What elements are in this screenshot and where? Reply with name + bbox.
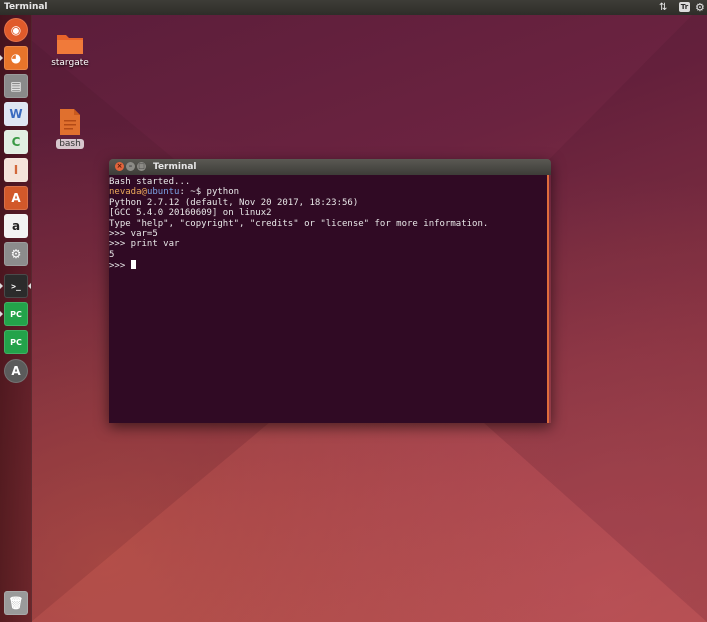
python-prompt: >>> [109, 261, 131, 272]
desktop-icon-label: bash [56, 139, 84, 149]
running-indicator [0, 55, 3, 61]
software-center-icon[interactable]: A [4, 186, 28, 210]
terminal-icon[interactable]: >_ [4, 274, 28, 298]
prompt-command: python [206, 187, 240, 198]
terminal-line: Type "help", "copyright", "credits" or "… [109, 218, 489, 229]
system-settings-icon[interactable]: ⚙ [4, 242, 28, 266]
pycharm-icon[interactable]: PC [4, 302, 28, 326]
launcher: ◉ ◕ ▤ W C I A a ⚙ >_ PC PC A 🗑 [0, 15, 32, 622]
terminal-prompt-line: nevada@ubuntu: ~$ python [109, 187, 547, 197]
running-indicator [0, 283, 3, 289]
ubuntu-dash-icon[interactable]: ◉ [4, 18, 28, 42]
terminal-input-line[interactable]: >>> [109, 260, 547, 272]
folder-icon [57, 35, 83, 54]
files-icon[interactable]: ▤ [4, 74, 28, 98]
text-cursor [130, 260, 136, 270]
terminal-line: >>> print var [109, 239, 180, 250]
focused-indicator [28, 283, 31, 289]
prompt-path: : ~$ [179, 187, 207, 198]
script-file-icon [60, 109, 80, 135]
software-updater-icon[interactable]: A [4, 359, 28, 383]
running-indicator [0, 311, 3, 317]
network-icon[interactable]: ⇅ [659, 0, 667, 15]
close-button[interactable]: × [115, 162, 124, 171]
active-app-title: Terminal [4, 2, 48, 12]
terminal-output[interactable]: Bash started... nevada@ubuntu: ~$ python… [109, 175, 549, 423]
firefox-icon[interactable]: ◕ [4, 46, 28, 70]
trash-icon[interactable]: 🗑 [4, 591, 28, 615]
maximize-button[interactable]: □ [137, 162, 146, 171]
terminal-line: 5 [109, 249, 115, 260]
terminal-window[interactable]: × – □ Terminal Bash started... nevada@ub… [109, 159, 551, 423]
pycharm-icon-2[interactable]: PC [4, 330, 28, 354]
desktop-icon-bash[interactable]: bash [52, 108, 88, 149]
terminal-line: Python 2.7.12 (default, Nov 20 2017, 18:… [109, 197, 359, 208]
desktop-icon-label: stargate [51, 58, 89, 68]
minimize-button[interactable]: – [126, 162, 135, 171]
terminal-line: >>> var=5 [109, 228, 158, 239]
terminal-line: [GCC 5.4.0 20160609] on linux2 [109, 208, 272, 219]
terminal-line: Bash started... [109, 177, 191, 187]
calc-icon[interactable]: C [4, 130, 28, 154]
amazon-icon[interactable]: a [4, 214, 28, 238]
window-title: Terminal [153, 162, 197, 172]
top-panel: Terminal ⇅ Tr ⚙ [0, 0, 707, 15]
desktop-icon-stargate[interactable]: stargate [48, 31, 92, 68]
prompt-user: nevada [109, 187, 142, 198]
prompt-host: ubuntu [146, 187, 180, 198]
keyboard-layout-indicator[interactable]: Tr [679, 2, 690, 12]
writer-icon[interactable]: W [4, 102, 28, 126]
terminal-titlebar[interactable]: × – □ Terminal [109, 159, 551, 175]
impress-icon[interactable]: I [4, 158, 28, 182]
settings-icon[interactable]: ⚙ [695, 0, 705, 15]
